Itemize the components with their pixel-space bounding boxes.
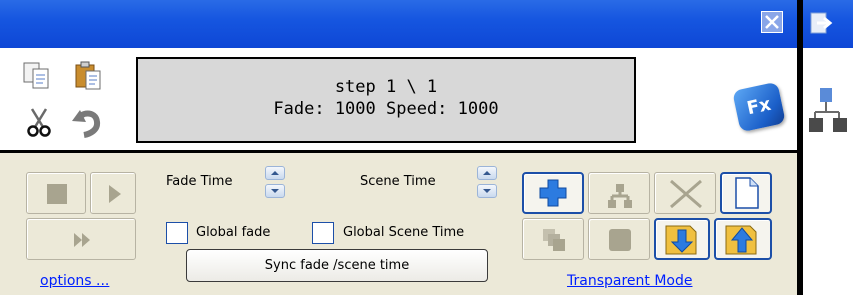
global-scene-time-checkbox[interactable] <box>312 222 334 244</box>
fast-forward-button[interactable] <box>26 218 136 260</box>
record-button[interactable] <box>588 218 650 260</box>
export-icon <box>725 225 757 255</box>
step-display: step 1 \ 1 Fade: 1000 Speed: 1000 <box>136 57 636 143</box>
export-button[interactable] <box>714 218 772 260</box>
global-scene-time-label: Global Scene Time <box>343 225 465 240</box>
import-icon <box>665 225 697 255</box>
stack-button[interactable] <box>522 218 584 260</box>
fade-time-down[interactable] <box>265 184 285 198</box>
step-label: step 1 \ 1 <box>334 77 438 97</box>
add-icon <box>539 179 567 207</box>
scene-time-up[interactable] <box>477 166 497 180</box>
stack-icon <box>543 229 565 251</box>
network-icon[interactable] <box>807 84 853 140</box>
fade-time-up[interactable] <box>265 166 285 180</box>
hierarchy-button[interactable] <box>588 172 650 214</box>
scene-time-label: Scene Time <box>360 174 436 189</box>
scene-time-down[interactable] <box>477 184 497 198</box>
title-bar <box>0 0 797 48</box>
side-title-bar <box>803 0 853 48</box>
side-panel <box>803 48 853 295</box>
play-icon <box>109 185 121 203</box>
fast-forward-icon <box>74 233 90 247</box>
sync-button[interactable]: Sync fade /scene time <box>186 249 488 282</box>
transparent-mode-link[interactable]: Transparent Mode <box>567 273 692 289</box>
stop-icon <box>47 184 67 204</box>
copy-icon[interactable] <box>22 61 52 91</box>
fade-speed-label: Fade: 1000 Speed: 1000 <box>273 99 499 119</box>
delete-button[interactable] <box>654 172 716 214</box>
hierarchy-icon <box>608 184 632 208</box>
new-page-icon <box>735 177 759 209</box>
global-fade-checkbox[interactable] <box>166 222 188 244</box>
options-link[interactable]: options ... <box>40 273 109 289</box>
record-icon <box>609 229 631 251</box>
add-button[interactable] <box>522 172 584 214</box>
import-button[interactable] <box>654 218 710 260</box>
close-icon[interactable] <box>761 11 783 33</box>
delete-icon <box>670 179 702 209</box>
global-fade-label: Global fade <box>196 225 271 240</box>
exit-icon[interactable] <box>809 10 835 36</box>
stop-button[interactable] <box>26 172 86 214</box>
undo-icon[interactable] <box>70 104 104 138</box>
paste-icon[interactable] <box>74 60 104 92</box>
cut-icon[interactable] <box>24 106 54 138</box>
play-button[interactable] <box>90 172 136 214</box>
fade-time-label: Fade Time <box>166 174 233 189</box>
new-page-button[interactable] <box>720 172 772 214</box>
